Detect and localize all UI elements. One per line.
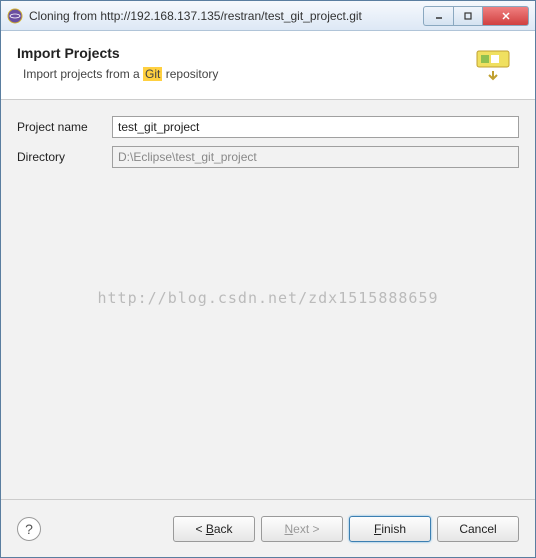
dialog-window: Cloning from http://192.168.137.135/rest… (0, 0, 536, 558)
close-button[interactable] (483, 6, 529, 26)
directory-input (112, 146, 519, 168)
import-icon (471, 43, 519, 83)
next-button: Next > (261, 516, 343, 542)
titlebar[interactable]: Cloning from http://192.168.137.135/rest… (1, 1, 535, 31)
project-name-label: Project name (17, 120, 112, 134)
form-area: Project name Directory http://blog.csdn.… (1, 100, 535, 499)
cancel-button[interactable]: Cancel (437, 516, 519, 542)
button-bar: ? < Back Next > Finish Cancel (1, 499, 535, 557)
maximize-button[interactable] (453, 6, 483, 26)
wizard-header: Import Projects Import projects from a G… (1, 31, 535, 100)
directory-label: Directory (17, 150, 112, 164)
project-name-input[interactable] (112, 116, 519, 138)
git-highlight: Git (143, 67, 162, 81)
window-controls (423, 6, 529, 26)
minimize-button[interactable] (423, 6, 453, 26)
finish-button[interactable]: Finish (349, 516, 431, 542)
page-subtitle: Import projects from a Git repository (17, 67, 471, 81)
page-title: Import Projects (17, 45, 471, 61)
back-button[interactable]: < Back (173, 516, 255, 542)
watermark-text: http://blog.csdn.net/zdx1515888659 (97, 289, 438, 307)
window-title: Cloning from http://192.168.137.135/rest… (29, 9, 423, 23)
question-icon: ? (25, 521, 33, 537)
help-button[interactable]: ? (17, 517, 41, 541)
eclipse-icon (7, 8, 23, 24)
